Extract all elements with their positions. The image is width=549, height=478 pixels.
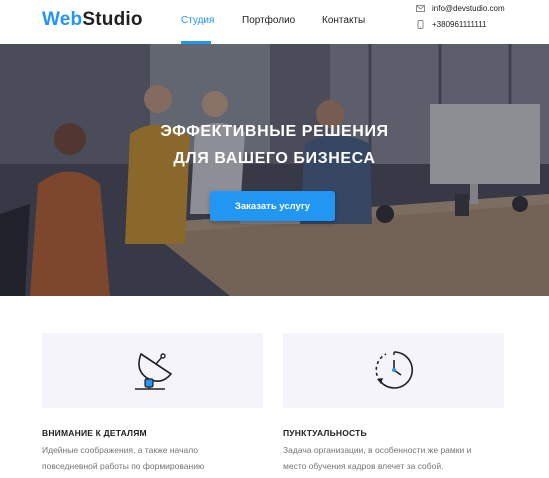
envelope-icon (416, 4, 425, 13)
logo[interactable]: WebStudio (42, 9, 143, 31)
hero-section: ЭФФЕКТИВНЫЕ РЕШЕНИЯ ДЛЯ ВАШЕГО БИЗНЕСА (0, 44, 549, 296)
feature-card-punctuality (283, 333, 504, 408)
contact-email-text: info@devstudio.com (432, 4, 505, 13)
feature-text-punctuality-line2: место обучения кадров влечет за собой. (283, 461, 444, 471)
feature-title-punctuality: Пунктуальность (283, 428, 367, 438)
contact-phone-text: +380961111111 (432, 20, 487, 29)
hero-title-line2: ДЛЯ ВАШЕГО БИЗНЕСА (173, 150, 376, 167)
clock-icon (375, 351, 414, 389)
satellite-dish-icon (135, 352, 173, 390)
site-header: WebStudio Студия Портфолио Контакты info… (0, 0, 549, 44)
hero-title-line1: ЭФФЕКТИВНЫЕ РЕШЕНИЯ (160, 123, 389, 140)
feature-card-details (42, 333, 263, 408)
feature-text-punctuality-line1: Задача организации, в особенности же рам… (283, 445, 472, 455)
hero-overlay (0, 44, 549, 296)
feature-text-details-line2: повседневной работы по формированию (42, 461, 205, 471)
logo-web: Web (42, 9, 83, 30)
contact-phone[interactable]: +380961111111 (416, 20, 487, 29)
contact-email[interactable]: info@devstudio.com (416, 4, 505, 13)
order-service-button[interactable]: Заказать услугу (210, 191, 335, 221)
phone-icon (416, 20, 425, 29)
feature-title-details: Внимание к деталям (42, 428, 147, 438)
logo-studio: Studio (82, 9, 143, 30)
nav-item-portfolio[interactable]: Портфолио (242, 15, 295, 26)
feature-text-details-line1: Идейные соображения, а также начало (42, 445, 199, 455)
nav-item-studio[interactable]: Студия (181, 15, 214, 26)
nav-item-contacts[interactable]: Контакты (322, 15, 365, 26)
